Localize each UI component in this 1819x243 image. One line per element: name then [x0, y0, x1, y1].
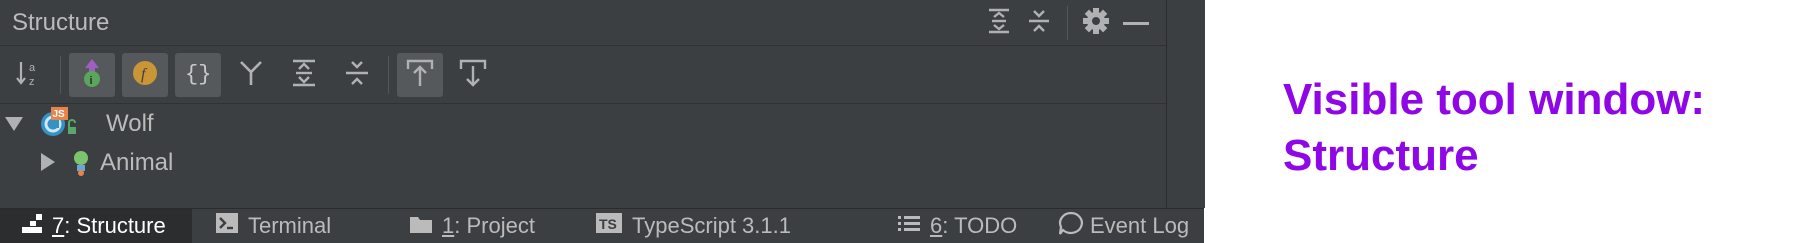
tab-label: Event Log [1090, 213, 1190, 238]
terminal-icon [216, 213, 238, 239]
tab-label: : Project [454, 213, 535, 238]
annotation-caption: Visible tool window: Structure [1283, 72, 1803, 184]
collapse-all-icon [1026, 7, 1052, 40]
expanded-arrow-icon[interactable] [5, 117, 23, 136]
svg-text:TS: TS [599, 216, 617, 232]
interface-icon [70, 149, 92, 182]
collapse-all-button[interactable] [1019, 6, 1059, 40]
tab-mnemonic: 6 [930, 213, 943, 238]
structure-tree: JS Wolf Animal [0, 104, 1166, 182]
tab-typescript[interactable]: TS TypeScript 3.1.1 [596, 209, 791, 243]
header-actions [979, 6, 1156, 40]
svg-text:a: a [29, 62, 36, 74]
svg-text:z: z [29, 76, 35, 88]
right-tool-stripe [1166, 0, 1205, 208]
caption-line-2: Structure [1283, 131, 1479, 180]
tree-node-label: Animal [100, 149, 174, 176]
sort-alphabetically-icon: a z [14, 58, 44, 93]
collapse-all-toolbar-button[interactable] [334, 53, 380, 97]
show-inherited-button[interactable]: i [69, 53, 115, 97]
tab-label: TypeScript 3.1.1 [632, 213, 791, 238]
svg-text:{}: {} [185, 62, 211, 87]
tab-terminal[interactable]: Terminal [216, 209, 331, 243]
tab-structure[interactable]: 7: Structure [0, 209, 192, 243]
svg-text:i: i [90, 75, 93, 87]
group-icon [236, 58, 266, 93]
tab-label: : Structure [64, 213, 166, 238]
autoscroll-from-source-icon [458, 58, 488, 93]
autoscroll-to-source-icon [405, 58, 435, 93]
tab-mnemonic: 7 [52, 213, 65, 238]
bottom-tool-stripe: 7: Structure Terminal 1: Project TS Type… [0, 208, 1204, 243]
tab-todo[interactable]: 6: TODO [898, 209, 1017, 243]
tab-label: Terminal [248, 213, 332, 238]
collapse-all-icon [343, 58, 371, 93]
tab-event-log[interactable]: Event Log [1058, 209, 1189, 243]
toolbar-separator [388, 56, 389, 94]
tab-project[interactable]: 1: Project [410, 209, 535, 243]
typescript-icon: TS [596, 213, 622, 239]
structure-icon [22, 213, 42, 239]
folder-icon [410, 213, 432, 239]
show-inherited-icon: i [77, 57, 107, 94]
speech-bubble-icon [1058, 211, 1084, 241]
svg-text:JS: JS [53, 109, 66, 120]
tree-node-label: Wolf [106, 110, 154, 137]
tool-window-title: Structure [12, 9, 110, 36]
ide-window: Structure a z i f {} JS Wolf Animal 7: S… [0, 0, 1205, 243]
expand-all-button[interactable] [979, 6, 1019, 40]
autoscroll-to-source-button[interactable] [397, 53, 443, 97]
show-fields-icon: f [130, 58, 160, 93]
hide-button[interactable] [1116, 6, 1156, 40]
minimize-icon [1122, 14, 1150, 32]
caption-line-1: Visible tool window: [1283, 75, 1706, 124]
collapsed-arrow-icon[interactable] [41, 153, 55, 176]
expand-all-icon [986, 7, 1012, 40]
expand-all-toolbar-button[interactable] [281, 53, 327, 97]
header-separator [1067, 6, 1068, 40]
tool-window-header: Structure [0, 0, 1166, 46]
sort-alphabetically-button[interactable]: a z [6, 53, 52, 97]
tree-node-animal[interactable]: Animal [0, 143, 1166, 182]
show-fields-button[interactable]: f [122, 53, 168, 97]
list-icon [898, 213, 920, 239]
structure-tool-window: Structure a z i f {} JS Wolf Animal [0, 0, 1166, 208]
autoscroll-from-source-button[interactable] [450, 53, 496, 97]
settings-button[interactable] [1076, 6, 1116, 40]
class-js-icon: JS [38, 107, 76, 142]
expand-all-icon [290, 58, 318, 93]
structure-toolbar: a z i f {} [0, 46, 1166, 104]
group-button[interactable] [228, 53, 274, 97]
show-object-literals-icon: {} [182, 58, 214, 93]
tab-label: : TODO [942, 213, 1018, 238]
gear-icon [1082, 7, 1110, 40]
tree-node-wolf[interactable]: JS Wolf [0, 104, 1166, 143]
show-object-literals-button[interactable]: {} [175, 53, 221, 97]
toolbar-separator [60, 56, 61, 94]
tab-mnemonic: 1 [442, 213, 455, 238]
